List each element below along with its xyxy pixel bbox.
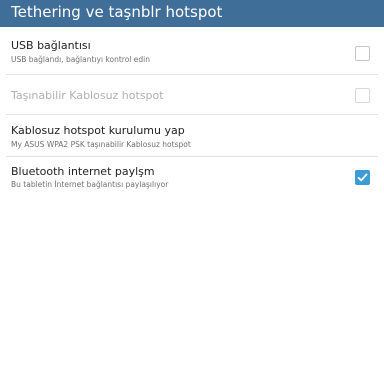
- setting-usb-tethering[interactable]: USB bağlantısı USB bağlandı, bağlantıyı …: [0, 34, 384, 70]
- divider: [6, 74, 378, 75]
- setting-hotspot-setup[interactable]: Kablosuz hotspot kurulumu yap My ASUS WP…: [0, 119, 384, 153]
- setting-subtitle: USB bağlandı, bağlantıyı kontrol edin: [11, 55, 150, 64]
- setting-title: Taşınabilir Kablosuz hotspot: [11, 89, 164, 102]
- action-bar: Tethering ve taşnblr hotspot: [0, 0, 384, 27]
- divider: [6, 156, 378, 157]
- page-title: Tethering ve taşnblr hotspot: [11, 3, 223, 21]
- bluetooth-tethering-checkbox[interactable]: [355, 170, 370, 185]
- checkmark-icon: [357, 173, 368, 182]
- setting-title: Kablosuz hotspot kurulumu yap: [11, 124, 185, 137]
- setting-title: USB bağlantısı: [11, 39, 91, 52]
- portable-hotspot-checkbox[interactable]: [355, 88, 370, 103]
- setting-subtitle: Bu tabletin İnternet bağlantısı paylaşıl…: [11, 180, 169, 189]
- setting-title: Bluetooth internet paylşm: [11, 165, 155, 178]
- setting-portable-hotspot[interactable]: Taşınabilir Kablosuz hotspot: [0, 80, 384, 110]
- setting-subtitle: My ASUS WPA2 PSK taşınabilir Kablosuz ho…: [11, 140, 191, 149]
- divider: [6, 114, 378, 115]
- setting-bluetooth-tethering[interactable]: Bluetooth internet paylşm Bu tabletin İn…: [0, 160, 384, 194]
- usb-tethering-checkbox[interactable]: [355, 46, 370, 61]
